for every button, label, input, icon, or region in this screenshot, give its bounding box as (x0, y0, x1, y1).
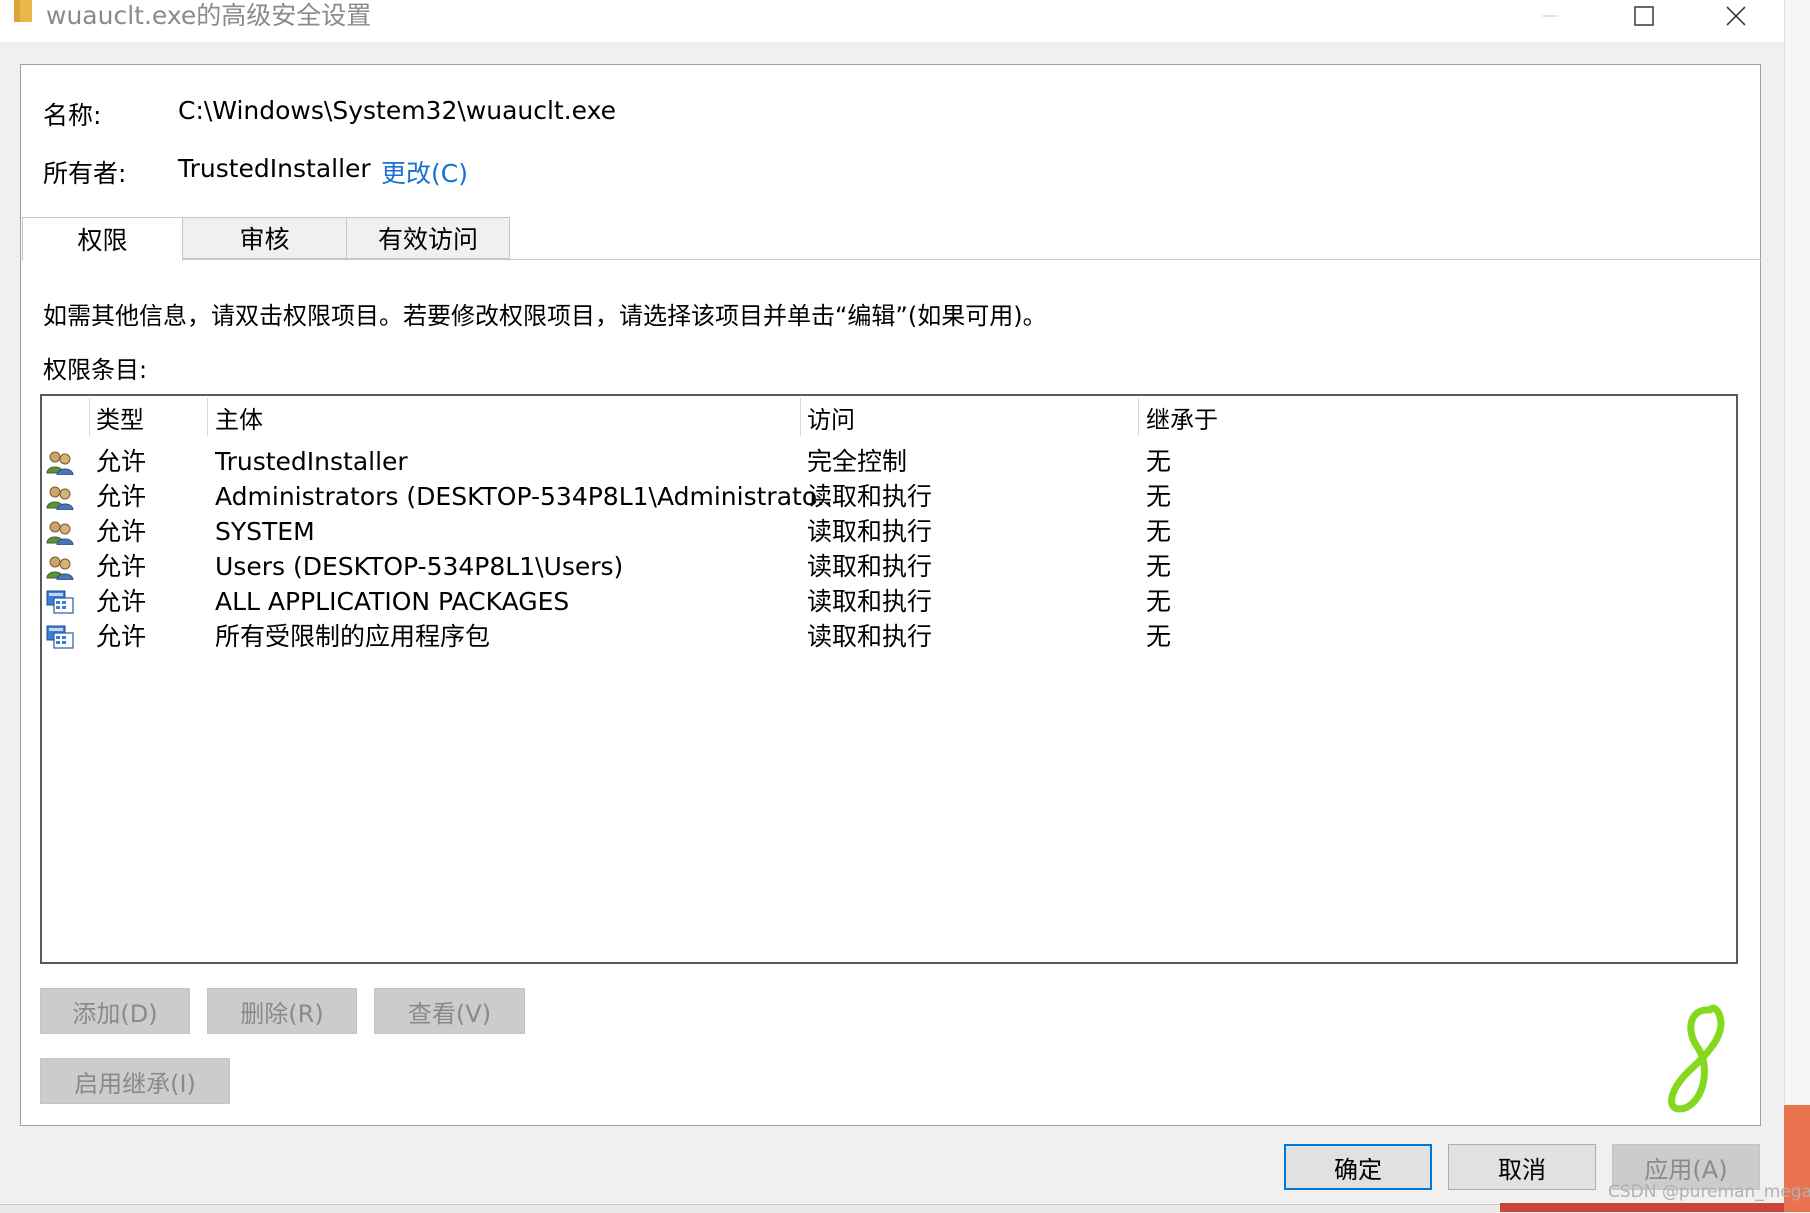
entry-principal: 所有受限制的应用程序包 (215, 622, 491, 651)
info-text: 如需其他信息，请双击权限项目。若要修改权限项目，请选择该项目并单击“编辑”(如果… (43, 302, 1047, 330)
entry-inherited-from: 无 (1146, 482, 1172, 511)
column-separator[interactable] (89, 398, 90, 436)
tab-permissions[interactable]: 权限 (22, 217, 183, 261)
user-group-icon (46, 484, 74, 511)
maximize-button[interactable] (1614, 0, 1674, 32)
taskbar-fragment-red (1500, 1203, 1784, 1212)
entry-type: 允许 (96, 622, 147, 651)
column-separator[interactable] (800, 398, 801, 436)
app-package-icon (46, 589, 74, 615)
column-header-inherited-from[interactable]: 继承于 (1146, 398, 1218, 436)
entry-inherited-from: 无 (1146, 447, 1172, 476)
user-group-icon (46, 554, 74, 581)
entry-principal: ALL APPLICATION PACKAGES (215, 587, 570, 616)
entry-access: 读取和执行 (807, 552, 933, 581)
permission-entries-label: 权限条目: (43, 356, 148, 384)
name-value: C:\Windows\System32\wuauclt.exe (178, 96, 617, 125)
entry-principal: SYSTEM (215, 517, 315, 546)
maximize-icon (1634, 6, 1654, 26)
column-header-principal[interactable]: 主体 (215, 398, 263, 436)
entry-access: 读取和执行 (807, 587, 933, 616)
permission-entry-row[interactable]: 允许 TrustedInstaller 完全控制 无 (42, 444, 1736, 479)
entry-type: 允许 (96, 447, 147, 476)
folder-icon (14, 0, 32, 22)
entry-principal: Administrators (DESKTOP-534P8L1\Administ… (215, 482, 833, 511)
entry-type: 允许 (96, 482, 147, 511)
tab-effective-access[interactable]: 有效访问 (347, 217, 510, 259)
minimize-button[interactable] (1520, 0, 1580, 32)
column-separator[interactable] (207, 398, 208, 436)
entry-type: 允许 (96, 587, 147, 616)
column-header-type[interactable]: 类型 (96, 398, 144, 436)
minimize-icon (1542, 15, 1558, 17)
enable-inheritance-button[interactable]: 启用继承(I) (40, 1058, 230, 1104)
owner-label: 所有者: (43, 159, 127, 188)
permission-entry-row[interactable]: 允许 Administrators (DESKTOP-534P8L1\Admini… (42, 479, 1736, 514)
desktop-background-strip (1784, 0, 1810, 1212)
close-button[interactable] (1706, 0, 1766, 32)
entry-inherited-from: 无 (1146, 517, 1172, 546)
user-group-icon (46, 449, 74, 476)
app-package-icon (46, 624, 74, 650)
entry-access: 读取和执行 (807, 482, 933, 511)
permission-entry-row[interactable]: 允许 ALL APPLICATION PACKAGES 读取和执行 无 (42, 584, 1736, 619)
entry-type: 允许 (96, 552, 147, 581)
owner-value: TrustedInstaller (178, 154, 371, 183)
entry-type: 允许 (96, 517, 147, 546)
column-header-access[interactable]: 访问 (807, 398, 855, 436)
name-label: 名称: (43, 101, 102, 130)
tab-auditing[interactable]: 审核 (183, 217, 347, 259)
remove-button[interactable]: 删除(R) (207, 988, 357, 1034)
user-group-icon (46, 519, 74, 546)
view-button[interactable]: 查看(V) (374, 988, 525, 1034)
cancel-button[interactable]: 取消 (1448, 1144, 1596, 1190)
close-icon (1726, 6, 1746, 26)
entry-principal: Users (DESKTOP-534P8L1\Users) (215, 552, 624, 581)
permission-entry-row[interactable]: 允许 Users (DESKTOP-534P8L1\Users) 读取和执行 无 (42, 549, 1736, 584)
column-separator[interactable] (1138, 398, 1139, 436)
entry-principal: TrustedInstaller (215, 447, 408, 476)
change-owner-link[interactable]: 更改(C) (381, 154, 468, 190)
handwritten-mark (1668, 1004, 1725, 1113)
entry-inherited-from: 无 (1146, 587, 1172, 616)
ok-button[interactable]: 确定 (1284, 1144, 1432, 1190)
entry-access: 读取和执行 (807, 622, 933, 651)
entry-inherited-from: 无 (1146, 622, 1172, 651)
permission-entry-row[interactable]: 允许 SYSTEM 读取和执行 无 (42, 514, 1736, 549)
watermark: CSDN @pureman_mega (1608, 1182, 1810, 1202)
entry-inherited-from: 无 (1146, 552, 1172, 581)
tab-strip-divider (20, 259, 1761, 260)
entry-access: 完全控制 (807, 447, 908, 476)
entry-access: 读取和执行 (807, 517, 933, 546)
permission-entry-row[interactable]: 允许 所有受限制的应用程序包 读取和执行 无 (42, 619, 1736, 654)
window-title: wuauclt.exe的高级安全设置 (46, 1, 372, 30)
add-button[interactable]: 添加(D) (40, 988, 190, 1034)
